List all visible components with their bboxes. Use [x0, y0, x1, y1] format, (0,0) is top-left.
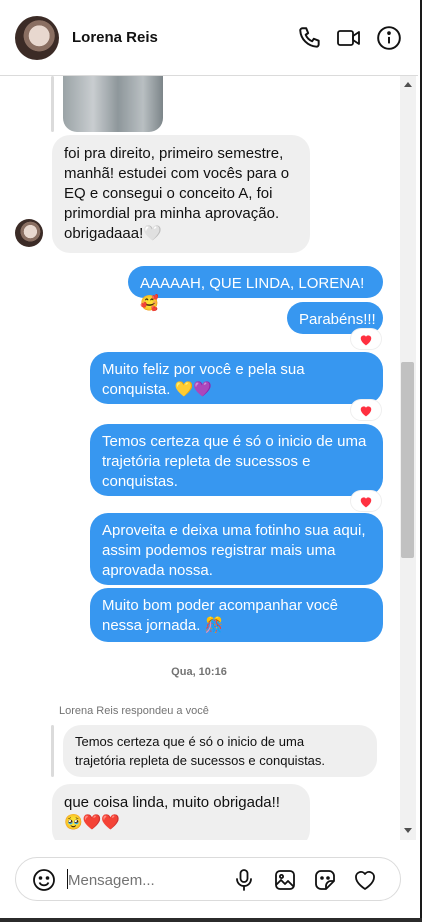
image-icon[interactable]	[273, 868, 297, 892]
chat-header: Lorena Reis	[0, 0, 418, 76]
outgoing-message[interactable]: AAAAAH, QUE LINDA, LORENA! 🥰	[128, 266, 383, 312]
sender-avatar[interactable]	[15, 219, 43, 247]
scrollbar[interactable]	[400, 76, 416, 840]
scroll-down-arrow[interactable]	[404, 828, 412, 833]
reaction-badge[interactable]	[351, 400, 381, 420]
scrollbar-thumb[interactable]	[401, 362, 414, 558]
reply-indicator-line	[51, 725, 54, 777]
reply-indicator-line	[51, 76, 54, 132]
heart-icon[interactable]	[353, 868, 377, 892]
reaction-badge[interactable]	[351, 491, 381, 511]
message-composer	[15, 857, 401, 901]
contact-avatar[interactable]	[15, 16, 59, 60]
heart-reaction-icon	[360, 334, 372, 345]
reaction-badge[interactable]	[351, 329, 381, 349]
contact-name[interactable]: Lorena Reis	[72, 29, 158, 46]
info-icon[interactable]	[376, 25, 402, 51]
incoming-message[interactable]: foi pra direito, primeiro semestre, manh…	[52, 135, 310, 253]
timestamp: Qua, 10:16	[171, 666, 227, 678]
message-list[interactable]: foi pra direito, primeiro semestre, manh…	[0, 76, 398, 840]
heart-reaction-icon	[360, 405, 372, 416]
message-input[interactable]	[68, 870, 228, 890]
quoted-message[interactable]: Temos certeza que é só o inicio de uma t…	[63, 725, 377, 777]
window-edge-bottom	[0, 918, 422, 922]
shared-photo[interactable]	[63, 76, 163, 132]
reply-label: Lorena Reis respondeu a você	[59, 705, 209, 717]
outgoing-message[interactable]: Muito bom poder acompanhar você nessa jo…	[90, 588, 383, 642]
emoji-icon[interactable]	[32, 868, 56, 892]
phone-icon[interactable]	[297, 25, 323, 51]
incoming-message[interactable]: que coisa linda, muito obrigada!! 🥹❤️❤️	[52, 784, 310, 840]
sticker-icon[interactable]	[313, 868, 337, 892]
scroll-up-arrow[interactable]	[404, 82, 412, 87]
outgoing-message[interactable]: Aproveita e deixa uma fotinho sua aqui, …	[90, 513, 383, 585]
outgoing-message[interactable]: Muito feliz por você e pela sua conquist…	[90, 352, 383, 404]
outgoing-message[interactable]: Temos certeza que é só o inicio de uma t…	[90, 424, 383, 496]
video-icon[interactable]	[336, 25, 362, 51]
microphone-icon[interactable]	[232, 868, 256, 892]
heart-reaction-icon	[360, 496, 372, 507]
